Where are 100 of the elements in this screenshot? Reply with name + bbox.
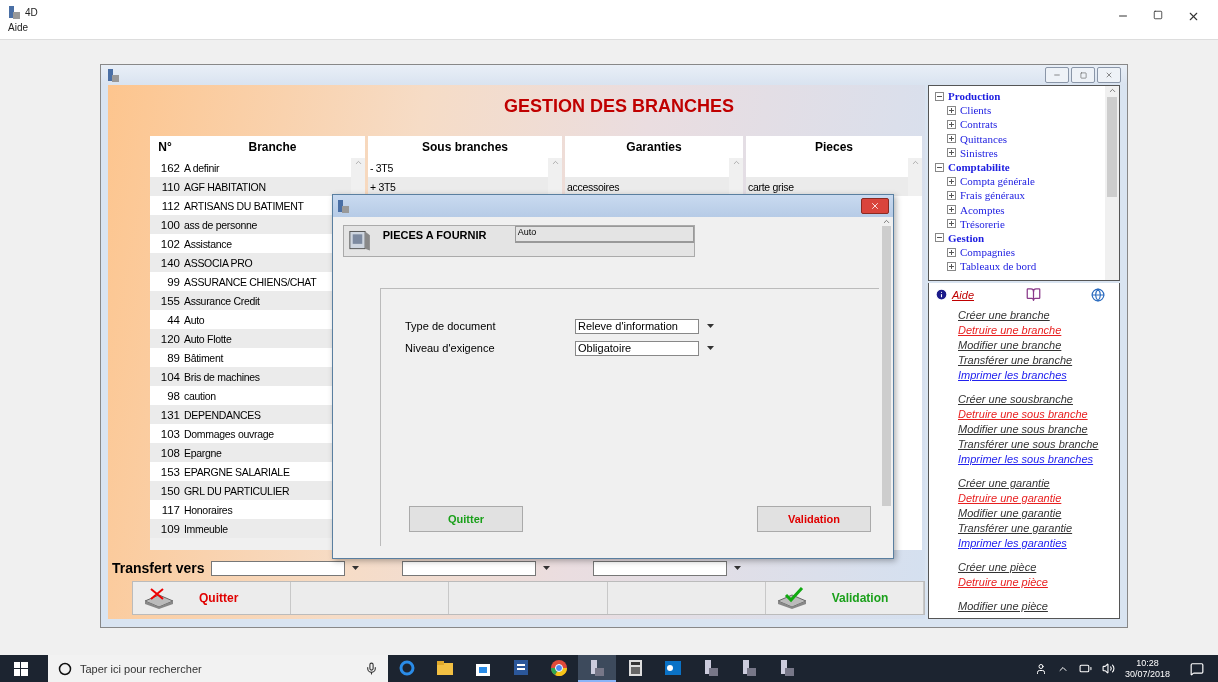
table-cell-text: 109 <box>159 522 181 535</box>
tree-item[interactable]: Quittances <box>935 131 1105 146</box>
caret-icon[interactable] <box>352 566 360 570</box>
scrollbar[interactable] <box>879 217 893 558</box>
collapse-icon[interactable] <box>935 162 944 172</box>
tree-item[interactable]: Clients <box>935 103 1105 118</box>
table-cell-text: EPARGNE SALARIALE <box>183 465 290 478</box>
action-link[interactable]: Transférer une sous branche <box>958 437 1113 452</box>
tree-item[interactable]: Sinistres <box>935 145 1105 160</box>
tree-item[interactable]: Contrats <box>935 117 1105 132</box>
action-link[interactable]: Modifier une garantie <box>958 506 1113 521</box>
action-link[interactable]: Créer une pièce <box>958 560 1113 575</box>
expand-icon[interactable] <box>947 247 956 257</box>
action-link[interactable]: Imprimer les sous branches <box>958 452 1113 467</box>
tree-item[interactable]: Compta générale <box>935 174 1105 189</box>
menu-item[interactable]: Aide <box>8 22 38 33</box>
dropdown-field[interactable] <box>592 560 727 576</box>
collapse-icon[interactable] <box>935 91 944 101</box>
expand-icon[interactable] <box>947 261 956 271</box>
app-icon <box>703 659 719 676</box>
action-link[interactable]: Detruire une garantie <box>958 491 1113 506</box>
table-cell-text: ASSURANCE CHIENS/CHAT <box>183 275 317 288</box>
people-icon[interactable] <box>1034 662 1047 675</box>
validation-button[interactable]: Validation <box>757 506 871 532</box>
tree-item[interactable]: Comptabilite <box>935 159 1105 175</box>
browser-icon <box>399 659 415 676</box>
tree-item[interactable]: Tableaux de bord <box>935 259 1105 274</box>
globe-icon[interactable] <box>1091 287 1105 302</box>
action-link[interactable]: Modifier une pièce <box>958 599 1113 614</box>
chevron-up-icon[interactable] <box>1107 86 1117 95</box>
tree-item[interactable]: Acomptes <box>935 202 1105 217</box>
scrollbar[interactable] <box>729 158 743 196</box>
table-cell-text: Assistance <box>183 237 232 250</box>
scrollbar[interactable] <box>548 158 562 196</box>
caret-icon[interactable] <box>734 566 742 570</box>
action-link[interactable]: Detruire une pièce <box>958 575 1113 590</box>
battery-icon[interactable] <box>1078 662 1092 675</box>
action-link[interactable]: Modifier une branche <box>958 338 1113 353</box>
dropdown-field[interactable]: Releve d'information <box>575 318 699 334</box>
table-cell-text: ass de personne <box>183 218 258 231</box>
action-link[interactable]: Créer une branche <box>958 308 1113 323</box>
action-link[interactable]: Detruire une sous branche <box>958 407 1113 422</box>
calculator-icon <box>628 659 642 676</box>
action-link[interactable]: Imprimer les branches <box>958 368 1113 383</box>
close-icon[interactable] <box>1187 10 1200 23</box>
caret-icon[interactable] <box>543 566 551 570</box>
expand-icon[interactable] <box>947 205 956 215</box>
column-header: N° <box>157 139 173 156</box>
info-icon <box>935 288 948 301</box>
table-cell-text: DEPENDANCES <box>183 408 261 421</box>
action-link[interactable]: Detruire une branche <box>958 323 1113 338</box>
expand-icon[interactable] <box>947 190 956 200</box>
dropdown-field[interactable] <box>401 560 536 576</box>
volume-icon[interactable] <box>1101 662 1115 675</box>
expand-icon[interactable] <box>947 105 956 115</box>
expand-icon[interactable] <box>947 134 956 144</box>
dropdown-field[interactable]: Obligatoire <box>575 340 699 356</box>
scrollbar[interactable] <box>908 158 922 196</box>
action-link[interactable]: Transférer une branche <box>958 353 1113 368</box>
scrollbar[interactable] <box>1105 86 1119 280</box>
action-link[interactable]: Imprimer les garanties <box>958 536 1113 551</box>
collapse-icon[interactable] <box>935 233 944 243</box>
table-cell-text: ASSOCIA PRO <box>183 256 253 269</box>
expand-icon[interactable] <box>947 148 956 158</box>
chevron-up-icon[interactable] <box>881 217 891 226</box>
dropdown-field[interactable] <box>210 560 345 576</box>
action-link[interactable]: Créer une sousbranche <box>958 392 1113 407</box>
expand-icon[interactable] <box>947 119 956 129</box>
close-button[interactable] <box>1097 67 1121 83</box>
action-link[interactable]: Transférer une garantie <box>958 521 1113 536</box>
clock-time: 10:28 <box>1136 657 1159 669</box>
book-icon[interactable] <box>1026 287 1041 302</box>
microphone-icon[interactable] <box>365 662 378 675</box>
action-link[interactable]: Créer une garantie <box>958 476 1113 491</box>
table-cell-text: 103 <box>159 427 181 440</box>
search-field[interactable]: Taper ici pour rechercher <box>48 655 388 682</box>
tree-item[interactable]: Frais généraux <box>935 188 1105 203</box>
maximize-icon[interactable] <box>1153 10 1163 20</box>
expand-icon[interactable] <box>947 219 956 229</box>
tree-item[interactable]: Production <box>935 89 1105 104</box>
table-cell-text: 44 <box>166 313 181 326</box>
help-link[interactable]: Aide <box>952 288 975 301</box>
tree-item[interactable]: Compagnies <box>935 245 1105 260</box>
table-cell-text: Auto <box>183 313 205 326</box>
maximize-button[interactable] <box>1071 67 1095 83</box>
caret-icon[interactable] <box>706 346 714 350</box>
expand-icon[interactable] <box>947 176 956 186</box>
tree-item[interactable]: Gestion <box>935 230 1105 246</box>
windows-start-icon[interactable] <box>14 661 28 676</box>
tree-item[interactable]: Trésorerie <box>935 216 1105 231</box>
notification-icon[interactable] <box>1190 661 1204 676</box>
table-cell-text: Epargne <box>183 446 222 459</box>
table-cell-text: 117 <box>160 503 181 516</box>
caret-icon[interactable] <box>706 324 714 328</box>
action-link[interactable]: Modifier une sous branche <box>958 422 1113 437</box>
close-button[interactable] <box>861 198 889 214</box>
clock-date: 30/07/2018 <box>1124 668 1170 680</box>
field-label: Niveau d'exigence <box>405 342 496 354</box>
table-cell-text: 140 <box>159 256 181 269</box>
minimize-button[interactable] <box>1045 67 1069 83</box>
